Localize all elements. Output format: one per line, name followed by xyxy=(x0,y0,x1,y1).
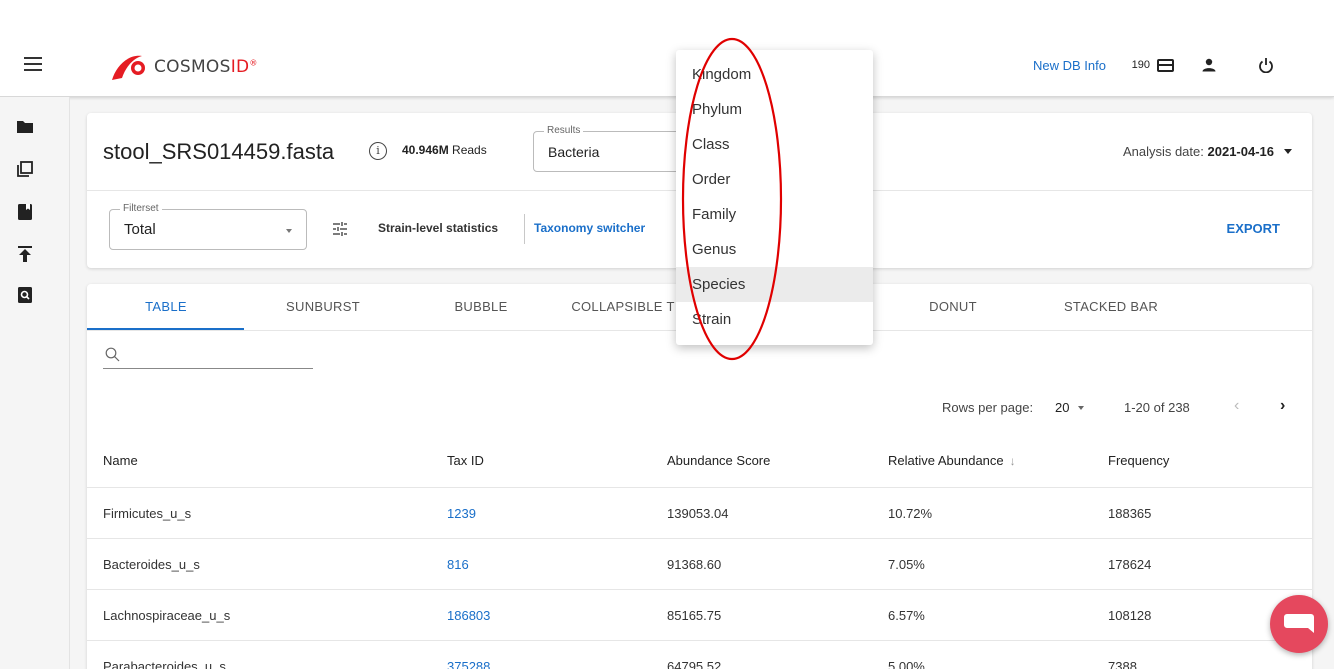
cell-tax-id-link[interactable]: 1239 xyxy=(447,506,476,521)
cell-frequency: 178624 xyxy=(1108,557,1152,572)
cell-relative-abundance: 10.72% xyxy=(888,506,933,521)
cell-name: Parabacteroides_u_s xyxy=(103,659,226,669)
menu-item-order[interactable]: Order xyxy=(676,162,873,197)
menu-icon[interactable] xyxy=(24,57,42,71)
bookmark-icon[interactable] xyxy=(17,204,33,220)
cell-tax-id-link[interactable]: 186803 xyxy=(447,608,490,623)
table-header: Name Tax ID Abundance Score Relative Abu… xyxy=(87,437,1312,488)
sidebar xyxy=(0,97,70,669)
sample-title: stool_SRS014459.fasta xyxy=(103,139,335,164)
menu-item-family[interactable]: Family xyxy=(676,197,873,232)
power-icon[interactable] xyxy=(1258,57,1274,73)
credits-count: 190 xyxy=(1131,59,1150,71)
taxonomy-switcher-button[interactable]: Taxonomy switcher xyxy=(534,221,645,235)
tab-sunburst[interactable]: SUNBURST xyxy=(286,299,360,314)
new-db-info-link[interactable]: New DB Info xyxy=(1033,58,1106,73)
search-doc-icon[interactable] xyxy=(17,287,33,303)
cell-name: Bacteroides_u_s xyxy=(103,557,200,572)
rows-per-page-select[interactable]: 20 xyxy=(1055,400,1069,415)
page-range: 1-20 of 238 xyxy=(1124,400,1190,415)
menu-item-class[interactable]: Class xyxy=(676,127,873,162)
table-row[interactable]: Parabacteroides_u_s 375288 64795.52 5.00… xyxy=(87,641,1312,669)
menu-item-genus[interactable]: Genus xyxy=(676,232,873,267)
column-header-name[interactable]: Name xyxy=(103,453,138,468)
tab-donut[interactable]: DONUT xyxy=(929,299,977,314)
menu-item-strain[interactable]: Strain xyxy=(676,302,873,337)
tune-icon[interactable] xyxy=(332,221,348,237)
search-icon xyxy=(105,347,120,362)
cell-relative-abundance: 7.05% xyxy=(888,557,925,572)
results-label: Results xyxy=(544,125,584,136)
card-icon xyxy=(1157,58,1174,72)
tab-stacked-bar[interactable]: STACKED BAR xyxy=(1064,299,1158,314)
column-header-frequency[interactable]: Frequency xyxy=(1108,453,1169,468)
user-icon[interactable] xyxy=(1202,58,1216,72)
cell-abundance-score: 139053.04 xyxy=(667,506,729,521)
chat-launcher-button[interactable] xyxy=(1270,595,1328,653)
cell-tax-id-link[interactable]: 375288 xyxy=(447,659,490,669)
active-tab-indicator xyxy=(87,328,244,330)
top-bar: COSMOSID® New DB Info 190 xyxy=(0,0,1334,97)
cell-abundance-score: 91368.60 xyxy=(667,557,722,572)
column-header-abundance-score[interactable]: Abundance Score xyxy=(667,453,770,468)
tab-bubble[interactable]: BUBBLE xyxy=(454,299,507,314)
filterset-value: Total xyxy=(124,221,156,238)
caret-down-icon xyxy=(286,229,292,233)
cell-frequency: 108128 xyxy=(1108,608,1152,623)
caret-down-icon[interactable] xyxy=(1078,406,1084,410)
cell-tax-id-link[interactable]: 816 xyxy=(447,557,469,572)
cosmosid-logo[interactable]: COSMOSID® xyxy=(108,50,258,84)
results-select[interactable]: Results Bacteria xyxy=(533,125,693,172)
info-icon[interactable]: i xyxy=(369,142,387,160)
table-row[interactable]: Lachnospiraceae_u_s 186803 85165.75 6.57… xyxy=(87,590,1312,641)
strain-level-statistics-button[interactable]: Strain-level statistics xyxy=(378,221,498,235)
search-field[interactable] xyxy=(103,347,313,369)
filterset-select[interactable]: Filterset Total xyxy=(109,203,307,250)
chat-icon xyxy=(1284,614,1314,633)
tab-table[interactable]: TABLE xyxy=(145,299,187,314)
logo-mark-icon xyxy=(112,55,145,80)
cell-frequency: 188365 xyxy=(1108,506,1152,521)
search-input[interactable] xyxy=(127,347,307,367)
taxonomy-level-menu: Kingdom Phylum Class Order Family Genus … xyxy=(676,50,873,345)
column-header-relative-abundance[interactable]: Relative Abundance ↓ xyxy=(888,453,1016,468)
sort-down-icon: ↓ xyxy=(1009,454,1016,468)
cell-name: Firmicutes_u_s xyxy=(103,506,192,521)
results-value: Bacteria xyxy=(548,144,600,160)
folder-icon[interactable] xyxy=(17,119,33,135)
reads-count: 40.946M Reads xyxy=(402,143,487,157)
cell-abundance-score: 64795.52 xyxy=(667,659,722,669)
chevron-left-icon[interactable]: ‹ xyxy=(1234,397,1239,415)
menu-item-phylum[interactable]: Phylum xyxy=(676,92,873,127)
cell-relative-abundance: 6.57% xyxy=(888,608,925,623)
analysis-date[interactable]: Analysis date: 2021-04-16 xyxy=(1123,144,1274,159)
upload-icon[interactable] xyxy=(17,246,33,262)
chevron-right-icon[interactable]: › xyxy=(1280,397,1285,415)
divider xyxy=(524,214,525,244)
copy-icon[interactable] xyxy=(17,161,33,177)
cell-relative-abundance: 5.00% xyxy=(888,659,925,669)
chevron-down-icon[interactable] xyxy=(1284,149,1292,154)
tab-collapsible-tree[interactable]: COLLAPSIBLE T xyxy=(571,299,674,314)
credits-button[interactable]: 190 xyxy=(1131,58,1174,72)
rows-per-page-label: Rows per page: xyxy=(942,400,1034,415)
cell-name: Lachnospiraceae_u_s xyxy=(103,608,231,623)
filterset-label: Filterset xyxy=(120,203,162,214)
cell-frequency: 7388 xyxy=(1108,659,1137,669)
table-row[interactable]: Firmicutes_u_s 1239 139053.04 10.72% 188… xyxy=(87,488,1312,539)
cell-abundance-score: 85165.75 xyxy=(667,608,722,623)
logo-text: COSMOSID® xyxy=(154,57,258,77)
export-button[interactable]: EXPORT xyxy=(1227,221,1280,236)
column-header-tax-id[interactable]: Tax ID xyxy=(447,453,484,468)
menu-item-kingdom[interactable]: Kingdom xyxy=(676,57,873,92)
menu-item-species[interactable]: Species xyxy=(676,267,873,302)
table-row[interactable]: Bacteroides_u_s 816 91368.60 7.05% 17862… xyxy=(87,539,1312,590)
